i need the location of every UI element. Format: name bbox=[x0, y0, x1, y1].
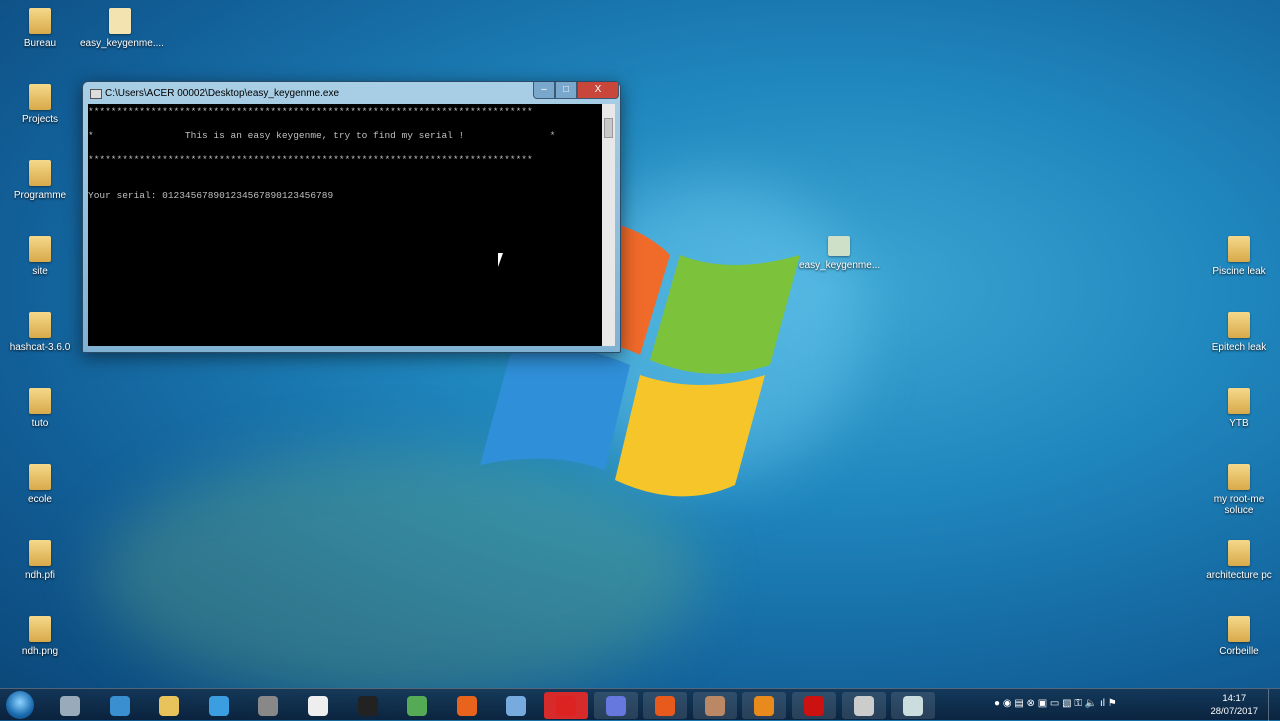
folder-icon bbox=[29, 236, 51, 262]
file-icon bbox=[109, 8, 131, 34]
desktop-icon[interactable]: Piscine leak bbox=[1199, 236, 1279, 277]
taskbar-x-app-button[interactable] bbox=[643, 692, 688, 719]
system-tray: ● ◉ ▤ ⊗ ▣ ▭ ▧ ⚿ 🔈 ıl ⚑ bbox=[994, 698, 1117, 709]
taskbar-file-manager-button[interactable] bbox=[147, 692, 191, 719]
taskbar-notepad-button[interactable] bbox=[296, 692, 340, 719]
folder-icon bbox=[29, 84, 51, 110]
desktop-icon[interactable]: Bureau bbox=[0, 8, 80, 49]
serial-prompt-line: Your serial: 012345678901234567890123456… bbox=[88, 190, 602, 202]
network-icon bbox=[506, 695, 527, 716]
show-desktop-button[interactable] bbox=[1268, 689, 1280, 721]
taskbar: ● ◉ ▤ ⊗ ▣ ▭ ▧ ⚿ 🔈 ıl ⚑ 14:17 28/07/2017 bbox=[0, 688, 1280, 721]
scroll-thumb[interactable] bbox=[604, 118, 613, 138]
cmd-icon bbox=[357, 695, 378, 716]
start-button[interactable] bbox=[6, 691, 34, 719]
desktop-icon[interactable]: ndh.png bbox=[0, 616, 80, 657]
taskbar-media-player-button[interactable] bbox=[197, 692, 241, 719]
taskbar-sublime-button[interactable] bbox=[742, 692, 787, 719]
desktop-icon[interactable]: Corbeille bbox=[1199, 616, 1279, 657]
desktop-icon[interactable]: Projects bbox=[0, 84, 80, 125]
console-border: ****************************************… bbox=[88, 154, 533, 165]
desktop-icon[interactable]: hashcat-3.6.0 bbox=[0, 312, 80, 353]
explorer-icon bbox=[60, 695, 80, 716]
folder-icon bbox=[1228, 540, 1250, 566]
mouse-cursor-icon bbox=[498, 253, 503, 267]
avatar-icon bbox=[704, 695, 725, 716]
folder-icon bbox=[29, 312, 51, 338]
desktop-icon[interactable]: tuto bbox=[0, 388, 80, 429]
taskbar-network-button[interactable] bbox=[494, 692, 538, 719]
exe-icon bbox=[828, 236, 850, 256]
folder-icon bbox=[1228, 236, 1250, 262]
app-icon bbox=[258, 695, 279, 716]
console-output[interactable]: ****************************************… bbox=[88, 104, 602, 346]
folder-icon bbox=[29, 160, 51, 186]
taskbar-opera-button[interactable] bbox=[544, 692, 588, 719]
minimize-button[interactable]: – bbox=[533, 82, 555, 99]
folder-icon bbox=[29, 540, 51, 566]
taskbar-keygenme-button[interactable] bbox=[891, 692, 936, 719]
folder-icon bbox=[29, 464, 51, 490]
desktop-icon-keygenme[interactable]: easy_keygenme... bbox=[799, 236, 880, 271]
taskbar-audacity-button[interactable] bbox=[98, 692, 142, 719]
keygenme-icon bbox=[903, 695, 924, 716]
taskbar-windows-app-button[interactable] bbox=[841, 692, 886, 719]
desktop-icon[interactable]: Programme bbox=[0, 160, 80, 201]
serial-input[interactable]: 012345678901234567890123456789 bbox=[162, 190, 333, 201]
desktop-icon[interactable]: ecole bbox=[0, 464, 80, 505]
taskbar-firefox-button[interactable] bbox=[445, 692, 489, 719]
console-border: ****************************************… bbox=[88, 106, 533, 117]
firefox-icon bbox=[456, 695, 477, 716]
taskbar-globe-button[interactable] bbox=[395, 692, 439, 719]
discord-icon bbox=[605, 695, 626, 716]
audacity-icon bbox=[109, 695, 130, 716]
desktop-icon[interactable]: YTB bbox=[1199, 388, 1279, 429]
desktop-icon[interactable]: architecture pc bbox=[1199, 540, 1279, 581]
taskbar-avatar-button[interactable] bbox=[692, 692, 737, 719]
taskbar-discord-button[interactable] bbox=[593, 692, 638, 719]
desktop-icon[interactable]: ndh.pfi bbox=[0, 540, 80, 581]
notepad-icon bbox=[308, 695, 328, 716]
taskbar-explorer-button[interactable] bbox=[48, 692, 92, 719]
folder-icon bbox=[1228, 464, 1250, 490]
folder-icon bbox=[1228, 616, 1250, 642]
taskbar-cmd-button[interactable] bbox=[346, 692, 390, 719]
file-manager-icon bbox=[159, 695, 180, 716]
folder-icon bbox=[29, 8, 51, 34]
console-banner: * This is an easy keygenme, try to find … bbox=[88, 130, 556, 141]
serial-prompt: Your serial: bbox=[88, 190, 163, 201]
x-app-icon bbox=[655, 695, 676, 716]
folder-icon bbox=[1228, 388, 1250, 414]
media-player-icon bbox=[208, 695, 229, 716]
desktop-icon[interactable]: Epitech leak bbox=[1199, 312, 1279, 353]
sublime-icon bbox=[754, 695, 775, 716]
console-window[interactable]: C:\Users\ACER 00002\Desktop\easy_keygenm… bbox=[82, 81, 621, 353]
window-title: C:\Users\ACER 00002\Desktop\easy_keygenm… bbox=[105, 88, 340, 99]
close-button[interactable]: X bbox=[577, 82, 619, 99]
adobe-icon bbox=[804, 695, 824, 716]
clock[interactable]: 14:17 28/07/2017 bbox=[1210, 692, 1258, 718]
folder-icon bbox=[1228, 312, 1250, 338]
folder-icon bbox=[29, 616, 51, 642]
taskbar-adobe-button[interactable] bbox=[792, 692, 836, 719]
console-scrollbar[interactable] bbox=[602, 104, 615, 346]
windows-app-icon bbox=[853, 695, 874, 716]
desktop-icon-top[interactable]: easy_keygenme.... bbox=[80, 8, 164, 49]
globe-icon bbox=[407, 695, 428, 716]
taskbar-app-button[interactable] bbox=[246, 692, 290, 719]
opera-icon bbox=[556, 695, 576, 716]
console-app-icon bbox=[90, 89, 102, 99]
folder-icon bbox=[29, 388, 51, 414]
maximize-button[interactable]: □ bbox=[555, 82, 577, 99]
desktop-icon[interactable]: site bbox=[0, 236, 80, 277]
desktop-icon[interactable]: my root-me soluce bbox=[1199, 464, 1279, 516]
